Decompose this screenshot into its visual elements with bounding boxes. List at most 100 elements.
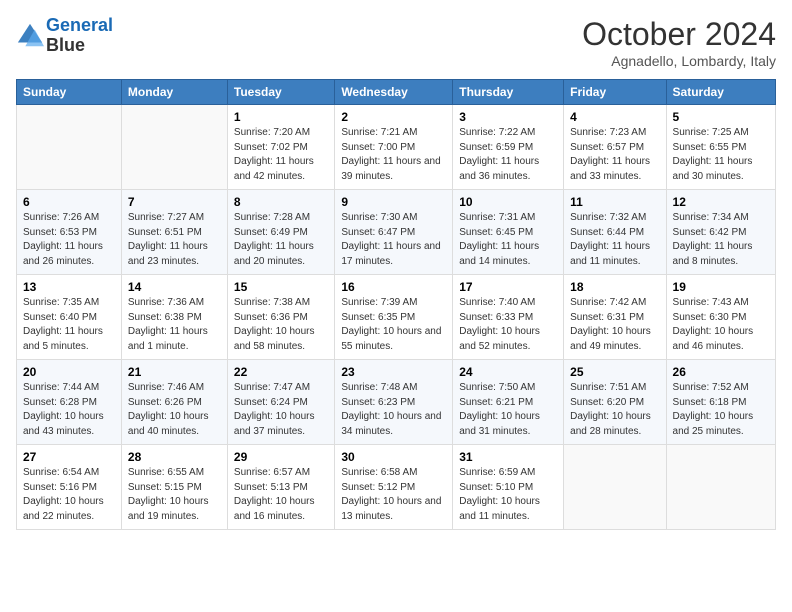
week-row-2: 13Sunrise: 7:35 AM Sunset: 6:40 PM Dayli… <box>17 275 776 360</box>
day-info: Sunrise: 7:22 AM Sunset: 6:59 PM Dayligh… <box>459 126 557 184</box>
weekday-header-sunday: Sunday <box>17 80 122 105</box>
calendar-cell: 11 Sunrise: 7:32 AM Sunset: 6:44 PM Dayli… <box>564 190 666 275</box>
day-info: Sunrise: 7:31 AM Sunset: 6:45 PM Dayligh… <box>459 211 557 269</box>
calendar-body: 1Sunrise: 7:20 AM Sunset: 7:02 PM Daylig… <box>17 105 776 530</box>
calendar-cell: 29 Sunrise: 6:57 AM Sunset: 5:13 PM Dayli… <box>227 445 334 530</box>
calendar-cell: 22 Sunrise: 7:47 AM Sunset: 6:24 PM Dayli… <box>227 360 334 445</box>
day-info: Sunrise: 7:46 AM Sunset: 6:26 PM Dayligh… <box>128 381 221 439</box>
day-info: Sunrise: 7:28 AM Sunset: 6:49 PM Dayligh… <box>234 211 328 269</box>
calendar-cell: 13Sunrise: 7:35 AM Sunset: 6:40 PM Dayli… <box>17 275 122 360</box>
calendar-cell: 16Sunrise: 7:39 AM Sunset: 6:35 PM Dayli… <box>335 275 453 360</box>
calendar-cell <box>666 445 775 530</box>
day-number: 29 <box>234 450 328 464</box>
day-number: 23 <box>341 365 446 379</box>
calendar-cell: 25Sunrise: 7:51 AM Sunset: 6:20 PM Dayli… <box>564 360 666 445</box>
calendar-cell: 28Sunrise: 6:55 AM Sunset: 5:15 PM Dayli… <box>121 445 227 530</box>
day-info: Sunrise: 7:43 AM Sunset: 6:30 PM Dayligh… <box>673 296 769 354</box>
day-number: 17 <box>459 280 557 294</box>
calendar-cell: 2 Sunrise: 7:21 AM Sunset: 7:00 PM Daylig… <box>335 105 453 190</box>
calendar-cell: 19 Sunrise: 7:43 AM Sunset: 6:30 PM Dayli… <box>666 275 775 360</box>
logo: General Blue <box>16 16 113 56</box>
day-info: Sunrise: 7:50 AM Sunset: 6:21 PM Dayligh… <box>459 381 557 439</box>
week-row-3: 20Sunrise: 7:44 AM Sunset: 6:28 PM Dayli… <box>17 360 776 445</box>
day-number: 26 <box>673 365 769 379</box>
calendar-cell: 30Sunrise: 6:58 AM Sunset: 5:12 PM Dayli… <box>335 445 453 530</box>
logo-text: General Blue <box>46 16 113 56</box>
day-info: Sunrise: 7:47 AM Sunset: 6:24 PM Dayligh… <box>234 381 328 439</box>
week-row-1: 6 Sunrise: 7:26 AM Sunset: 6:53 PM Daylig… <box>17 190 776 275</box>
calendar-cell: 14 Sunrise: 7:36 AM Sunset: 6:38 PM Dayli… <box>121 275 227 360</box>
day-info: Sunrise: 7:38 AM Sunset: 6:36 PM Dayligh… <box>234 296 328 354</box>
calendar-cell: 26 Sunrise: 7:52 AM Sunset: 6:18 PM Dayli… <box>666 360 775 445</box>
day-number: 4 <box>570 110 659 124</box>
day-info: Sunrise: 6:55 AM Sunset: 5:15 PM Dayligh… <box>128 466 221 524</box>
calendar-cell: 27 Sunrise: 6:54 AM Sunset: 5:16 PM Dayli… <box>17 445 122 530</box>
weekday-header-row: SundayMondayTuesdayWednesdayThursdayFrid… <box>17 80 776 105</box>
title-block: October 2024 Agnadello, Lombardy, Italy <box>582 16 776 69</box>
weekday-header-tuesday: Tuesday <box>227 80 334 105</box>
day-number: 19 <box>673 280 769 294</box>
calendar-cell: 9Sunrise: 7:30 AM Sunset: 6:47 PM Daylig… <box>335 190 453 275</box>
day-info: Sunrise: 7:39 AM Sunset: 6:35 PM Dayligh… <box>341 296 446 354</box>
calendar-cell: 24 Sunrise: 7:50 AM Sunset: 6:21 PM Dayli… <box>453 360 564 445</box>
day-number: 14 <box>128 280 221 294</box>
day-info: Sunrise: 7:27 AM Sunset: 6:51 PM Dayligh… <box>128 211 221 269</box>
calendar-cell <box>121 105 227 190</box>
calendar-cell: 8Sunrise: 7:28 AM Sunset: 6:49 PM Daylig… <box>227 190 334 275</box>
day-info: Sunrise: 7:21 AM Sunset: 7:00 PM Dayligh… <box>341 126 446 184</box>
calendar-cell: 1Sunrise: 7:20 AM Sunset: 7:02 PM Daylig… <box>227 105 334 190</box>
day-info: Sunrise: 7:26 AM Sunset: 6:53 PM Dayligh… <box>23 211 115 269</box>
location: Agnadello, Lombardy, Italy <box>582 53 776 69</box>
weekday-header-monday: Monday <box>121 80 227 105</box>
calendar-cell: 12 Sunrise: 7:34 AM Sunset: 6:42 PM Dayli… <box>666 190 775 275</box>
day-number: 5 <box>673 110 769 124</box>
weekday-header-thursday: Thursday <box>453 80 564 105</box>
day-number: 25 <box>570 365 659 379</box>
day-number: 30 <box>341 450 446 464</box>
calendar-cell: 20Sunrise: 7:44 AM Sunset: 6:28 PM Dayli… <box>17 360 122 445</box>
day-number: 12 <box>673 195 769 209</box>
weekday-header-saturday: Saturday <box>666 80 775 105</box>
logo-line2: Blue <box>46 35 85 55</box>
day-number: 20 <box>23 365 115 379</box>
logo-icon <box>16 22 44 50</box>
week-row-4: 27 Sunrise: 6:54 AM Sunset: 5:16 PM Dayli… <box>17 445 776 530</box>
day-number: 24 <box>459 365 557 379</box>
day-info: Sunrise: 7:40 AM Sunset: 6:33 PM Dayligh… <box>459 296 557 354</box>
day-info: Sunrise: 6:59 AM Sunset: 5:10 PM Dayligh… <box>459 466 557 524</box>
day-info: Sunrise: 7:32 AM Sunset: 6:44 PM Dayligh… <box>570 211 659 269</box>
day-number: 10 <box>459 195 557 209</box>
calendar-cell: 10 Sunrise: 7:31 AM Sunset: 6:45 PM Dayli… <box>453 190 564 275</box>
calendar-cell: 4Sunrise: 7:23 AM Sunset: 6:57 PM Daylig… <box>564 105 666 190</box>
day-info: Sunrise: 6:54 AM Sunset: 5:16 PM Dayligh… <box>23 466 115 524</box>
day-number: 15 <box>234 280 328 294</box>
day-number: 22 <box>234 365 328 379</box>
day-info: Sunrise: 7:48 AM Sunset: 6:23 PM Dayligh… <box>341 381 446 439</box>
day-number: 11 <box>570 195 659 209</box>
logo-line1: General <box>46 15 113 35</box>
weekday-header-friday: Friday <box>564 80 666 105</box>
day-info: Sunrise: 7:36 AM Sunset: 6:38 PM Dayligh… <box>128 296 221 354</box>
day-info: Sunrise: 7:20 AM Sunset: 7:02 PM Dayligh… <box>234 126 328 184</box>
month-title: October 2024 <box>582 16 776 53</box>
weekday-header-wednesday: Wednesday <box>335 80 453 105</box>
day-info: Sunrise: 7:42 AM Sunset: 6:31 PM Dayligh… <box>570 296 659 354</box>
page-header: General Blue October 2024 Agnadello, Lom… <box>16 16 776 69</box>
day-number: 18 <box>570 280 659 294</box>
day-number: 6 <box>23 195 115 209</box>
day-number: 2 <box>341 110 446 124</box>
calendar-cell: 23 Sunrise: 7:48 AM Sunset: 6:23 PM Dayli… <box>335 360 453 445</box>
day-info: Sunrise: 6:57 AM Sunset: 5:13 PM Dayligh… <box>234 466 328 524</box>
day-info: Sunrise: 7:34 AM Sunset: 6:42 PM Dayligh… <box>673 211 769 269</box>
calendar-header: SundayMondayTuesdayWednesdayThursdayFrid… <box>17 80 776 105</box>
calendar-cell: 7Sunrise: 7:27 AM Sunset: 6:51 PM Daylig… <box>121 190 227 275</box>
calendar-cell: 15 Sunrise: 7:38 AM Sunset: 6:36 PM Dayli… <box>227 275 334 360</box>
calendar-cell: 3Sunrise: 7:22 AM Sunset: 6:59 PM Daylig… <box>453 105 564 190</box>
day-number: 9 <box>341 195 446 209</box>
day-info: Sunrise: 7:52 AM Sunset: 6:18 PM Dayligh… <box>673 381 769 439</box>
day-info: Sunrise: 7:25 AM Sunset: 6:55 PM Dayligh… <box>673 126 769 184</box>
day-number: 27 <box>23 450 115 464</box>
calendar-cell: 18 Sunrise: 7:42 AM Sunset: 6:31 PM Dayli… <box>564 275 666 360</box>
calendar-table: SundayMondayTuesdayWednesdayThursdayFrid… <box>16 79 776 530</box>
day-number: 31 <box>459 450 557 464</box>
